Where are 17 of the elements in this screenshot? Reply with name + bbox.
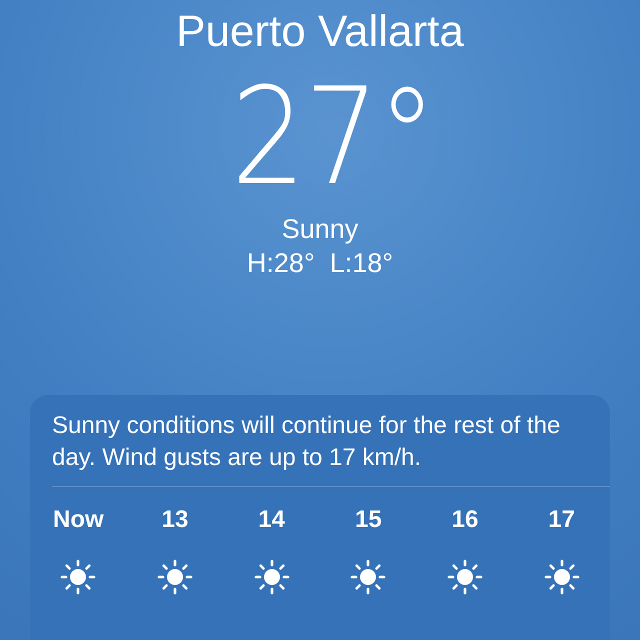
hour-label: 15 bbox=[354, 505, 382, 535]
sun-icon bbox=[350, 559, 386, 595]
sun-icon bbox=[60, 559, 96, 595]
hour-label: Now bbox=[52, 505, 104, 535]
sun-icon bbox=[254, 559, 290, 595]
hour-label: 16 bbox=[452, 505, 478, 535]
current-temperature: 27° bbox=[230, 62, 436, 212]
forecast-summary: Sunny conditions will continue for the rest of the day. Wind gusts are up to 17 km/h. bbox=[51, 411, 562, 473]
sun-icon bbox=[544, 559, 580, 595]
weather-condition: Sunny bbox=[282, 213, 358, 246]
sun-icon bbox=[446, 559, 483, 595]
hour-label: 14 bbox=[258, 505, 285, 535]
hour-label: 13 bbox=[162, 505, 188, 535]
sun-icon bbox=[156, 559, 193, 595]
city-name: Puerto Vallarta bbox=[176, 6, 464, 58]
high-low-temperature: H:28° L:18° bbox=[246, 247, 394, 280]
hour-label: 17 bbox=[548, 505, 575, 535]
